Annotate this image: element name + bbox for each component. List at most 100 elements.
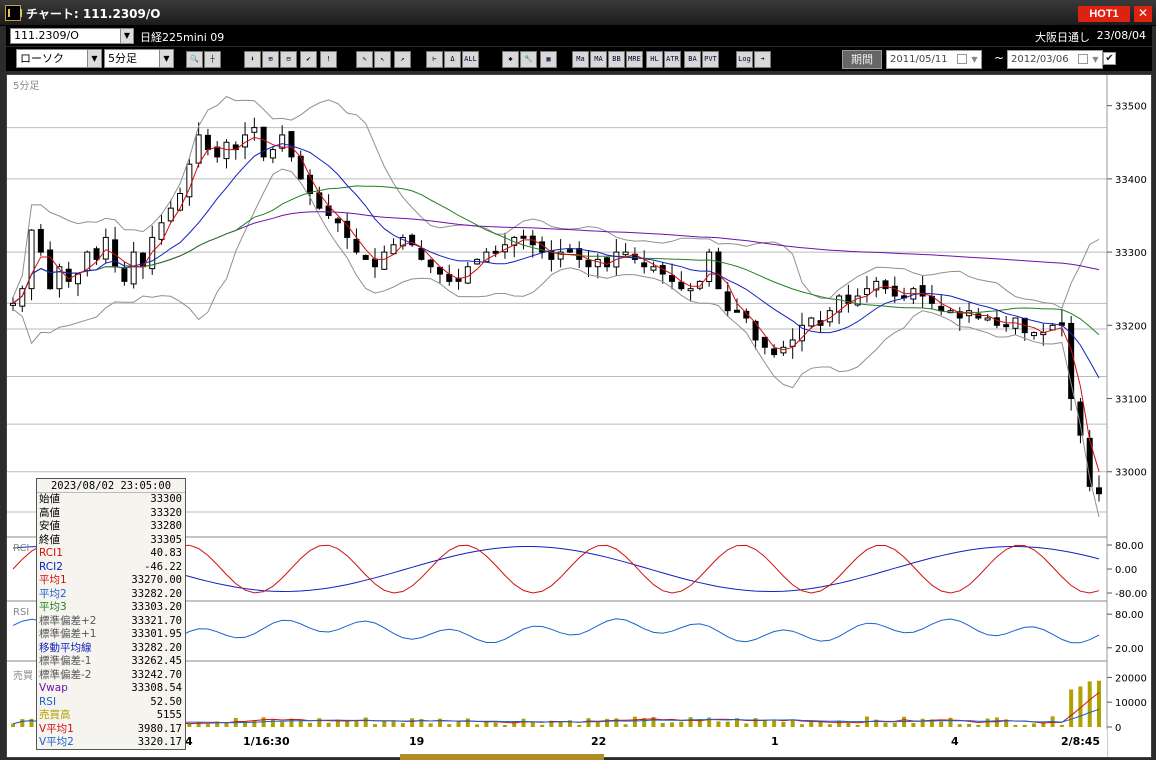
volume-bar (920, 718, 925, 727)
chart-type-select[interactable]: ローソク ▼ (16, 49, 102, 68)
atr-icon[interactable]: ATR (664, 51, 681, 68)
volume-bar (725, 721, 730, 727)
info-value: 33270.00 (131, 574, 182, 586)
candle-body (752, 320, 759, 341)
candle-body (381, 251, 388, 270)
compare-icon[interactable]: ⊞ (262, 51, 279, 68)
volume-tick-label: 0 (1115, 723, 1121, 734)
info-label: RCI1 (39, 547, 63, 559)
flag-icon[interactable]: ✔ (300, 51, 317, 68)
download-icon[interactable]: ⬇ (244, 51, 261, 68)
time-scrollbar[interactable] (400, 754, 604, 760)
candle-body (288, 131, 295, 158)
candle-body (93, 248, 100, 260)
pvt-icon[interactable]: PVT (702, 51, 719, 68)
mre-icon[interactable]: MRE (626, 51, 643, 68)
candle-body (195, 134, 202, 164)
palette-icon[interactable]: ▦ (540, 51, 557, 68)
period-button[interactable]: 期間 (842, 50, 882, 69)
bb-icon[interactable]: BB (608, 51, 625, 68)
calendar-icon[interactable] (957, 54, 967, 64)
cursor-icon[interactable]: ↖ (374, 51, 391, 68)
volume-bar (753, 718, 758, 727)
symbol-select[interactable]: 111.2309/O ▼ (10, 28, 134, 44)
rsi-panel-label: RSI (13, 607, 29, 618)
ba-icon[interactable]: BA (684, 51, 701, 68)
zoom-icon[interactable]: 🔍 (186, 51, 203, 68)
export-icon[interactable]: ➜ (754, 51, 771, 68)
volume-bar (502, 725, 507, 727)
chevron-down-icon[interactable]: ▼ (968, 51, 981, 68)
pen-icon[interactable]: ✎ (356, 51, 373, 68)
volume-bar (298, 720, 303, 727)
info-row: 始値 33300 (37, 493, 185, 507)
volume-bar (688, 717, 693, 727)
hl-icon[interactable]: HL (646, 51, 663, 68)
date-to-input[interactable]: 2012/03/06 ▼ (1007, 50, 1103, 69)
bar-icon[interactable]: ⊢ (426, 51, 443, 68)
volume-bar (939, 721, 944, 727)
volume-bar (326, 722, 331, 727)
volume-bar (744, 723, 749, 727)
rci-panel-label: RCI (13, 543, 29, 554)
info-value: 33320 (150, 506, 182, 519)
volume-bar (475, 724, 480, 727)
calendar-icon[interactable] (1078, 54, 1088, 64)
time-axis-label: 22 (591, 735, 606, 748)
wrench-icon[interactable]: 🔧 (520, 51, 537, 68)
rci-tick-label: 0.00 (1115, 565, 1137, 576)
info-label: 標準偏差-2 (39, 668, 92, 681)
candle-body (641, 262, 648, 268)
line-icon[interactable]: ↗ (394, 51, 411, 68)
ma-icon[interactable]: Ma (572, 51, 589, 68)
chevron-down-icon[interactable]: ▼ (120, 29, 133, 43)
log-icon[interactable]: Log (736, 51, 753, 68)
volume-bar (670, 722, 675, 727)
candle-body (604, 257, 611, 268)
crosshair-icon[interactable]: ┼ (204, 51, 221, 68)
chart-type-value: ローソク (20, 52, 64, 65)
candle-body (10, 302, 16, 306)
info-value: 33280 (150, 520, 182, 532)
chevron-down-icon[interactable]: ▼ (159, 50, 173, 67)
time-axis-label: 1/16:30 (243, 735, 290, 748)
all-icon[interactable]: ALL (462, 51, 479, 68)
candle-body (715, 251, 722, 290)
window-icon[interactable]: ⊟ (280, 51, 297, 68)
settings-icon[interactable]: ✱ (502, 51, 519, 68)
volume-bar (577, 724, 582, 727)
delta-icon[interactable]: Δ (444, 51, 461, 68)
close-icon[interactable]: ✕ (1134, 6, 1152, 22)
interval-select[interactable]: 5分足 ▼ (104, 49, 174, 68)
volume-bar (632, 716, 637, 727)
volume-bar (447, 724, 452, 727)
candle-body (1096, 487, 1102, 495)
volume-bar (781, 722, 786, 727)
volume-bar (762, 720, 767, 727)
candle-body (808, 317, 815, 327)
volume-bar (818, 721, 823, 727)
volume-bar (1022, 724, 1027, 727)
date-from-input[interactable]: 2011/05/11 ▼ (886, 50, 982, 69)
hot-button[interactable]: HOT1 (1078, 6, 1130, 22)
range-checkbox[interactable]: ✔ (1103, 52, 1116, 65)
volume-bar (205, 724, 210, 727)
info-row: 安値 33280 (37, 520, 185, 534)
info-value: 33282.20 (131, 641, 182, 654)
alert-icon[interactable]: ! (320, 51, 337, 68)
volume-bar (976, 724, 981, 727)
candle-body (372, 258, 378, 268)
candle-body (650, 266, 657, 271)
chevron-down-icon[interactable]: ▼ (1089, 51, 1102, 68)
interval-label: 5分足 (13, 80, 39, 92)
volume-bar (614, 718, 619, 727)
info-value: 33301.95 (131, 628, 182, 640)
volume-bar (391, 721, 396, 727)
info-row: 平均2 33282.20 (37, 588, 185, 602)
candle-body (214, 146, 221, 158)
volume-bar (437, 718, 442, 727)
info-row: RCI1 40.83 (37, 547, 185, 561)
chevron-down-icon[interactable]: ▼ (87, 50, 101, 67)
info-label: 標準偏差-1 (39, 655, 92, 667)
ma-icon[interactable]: MA (590, 51, 607, 68)
